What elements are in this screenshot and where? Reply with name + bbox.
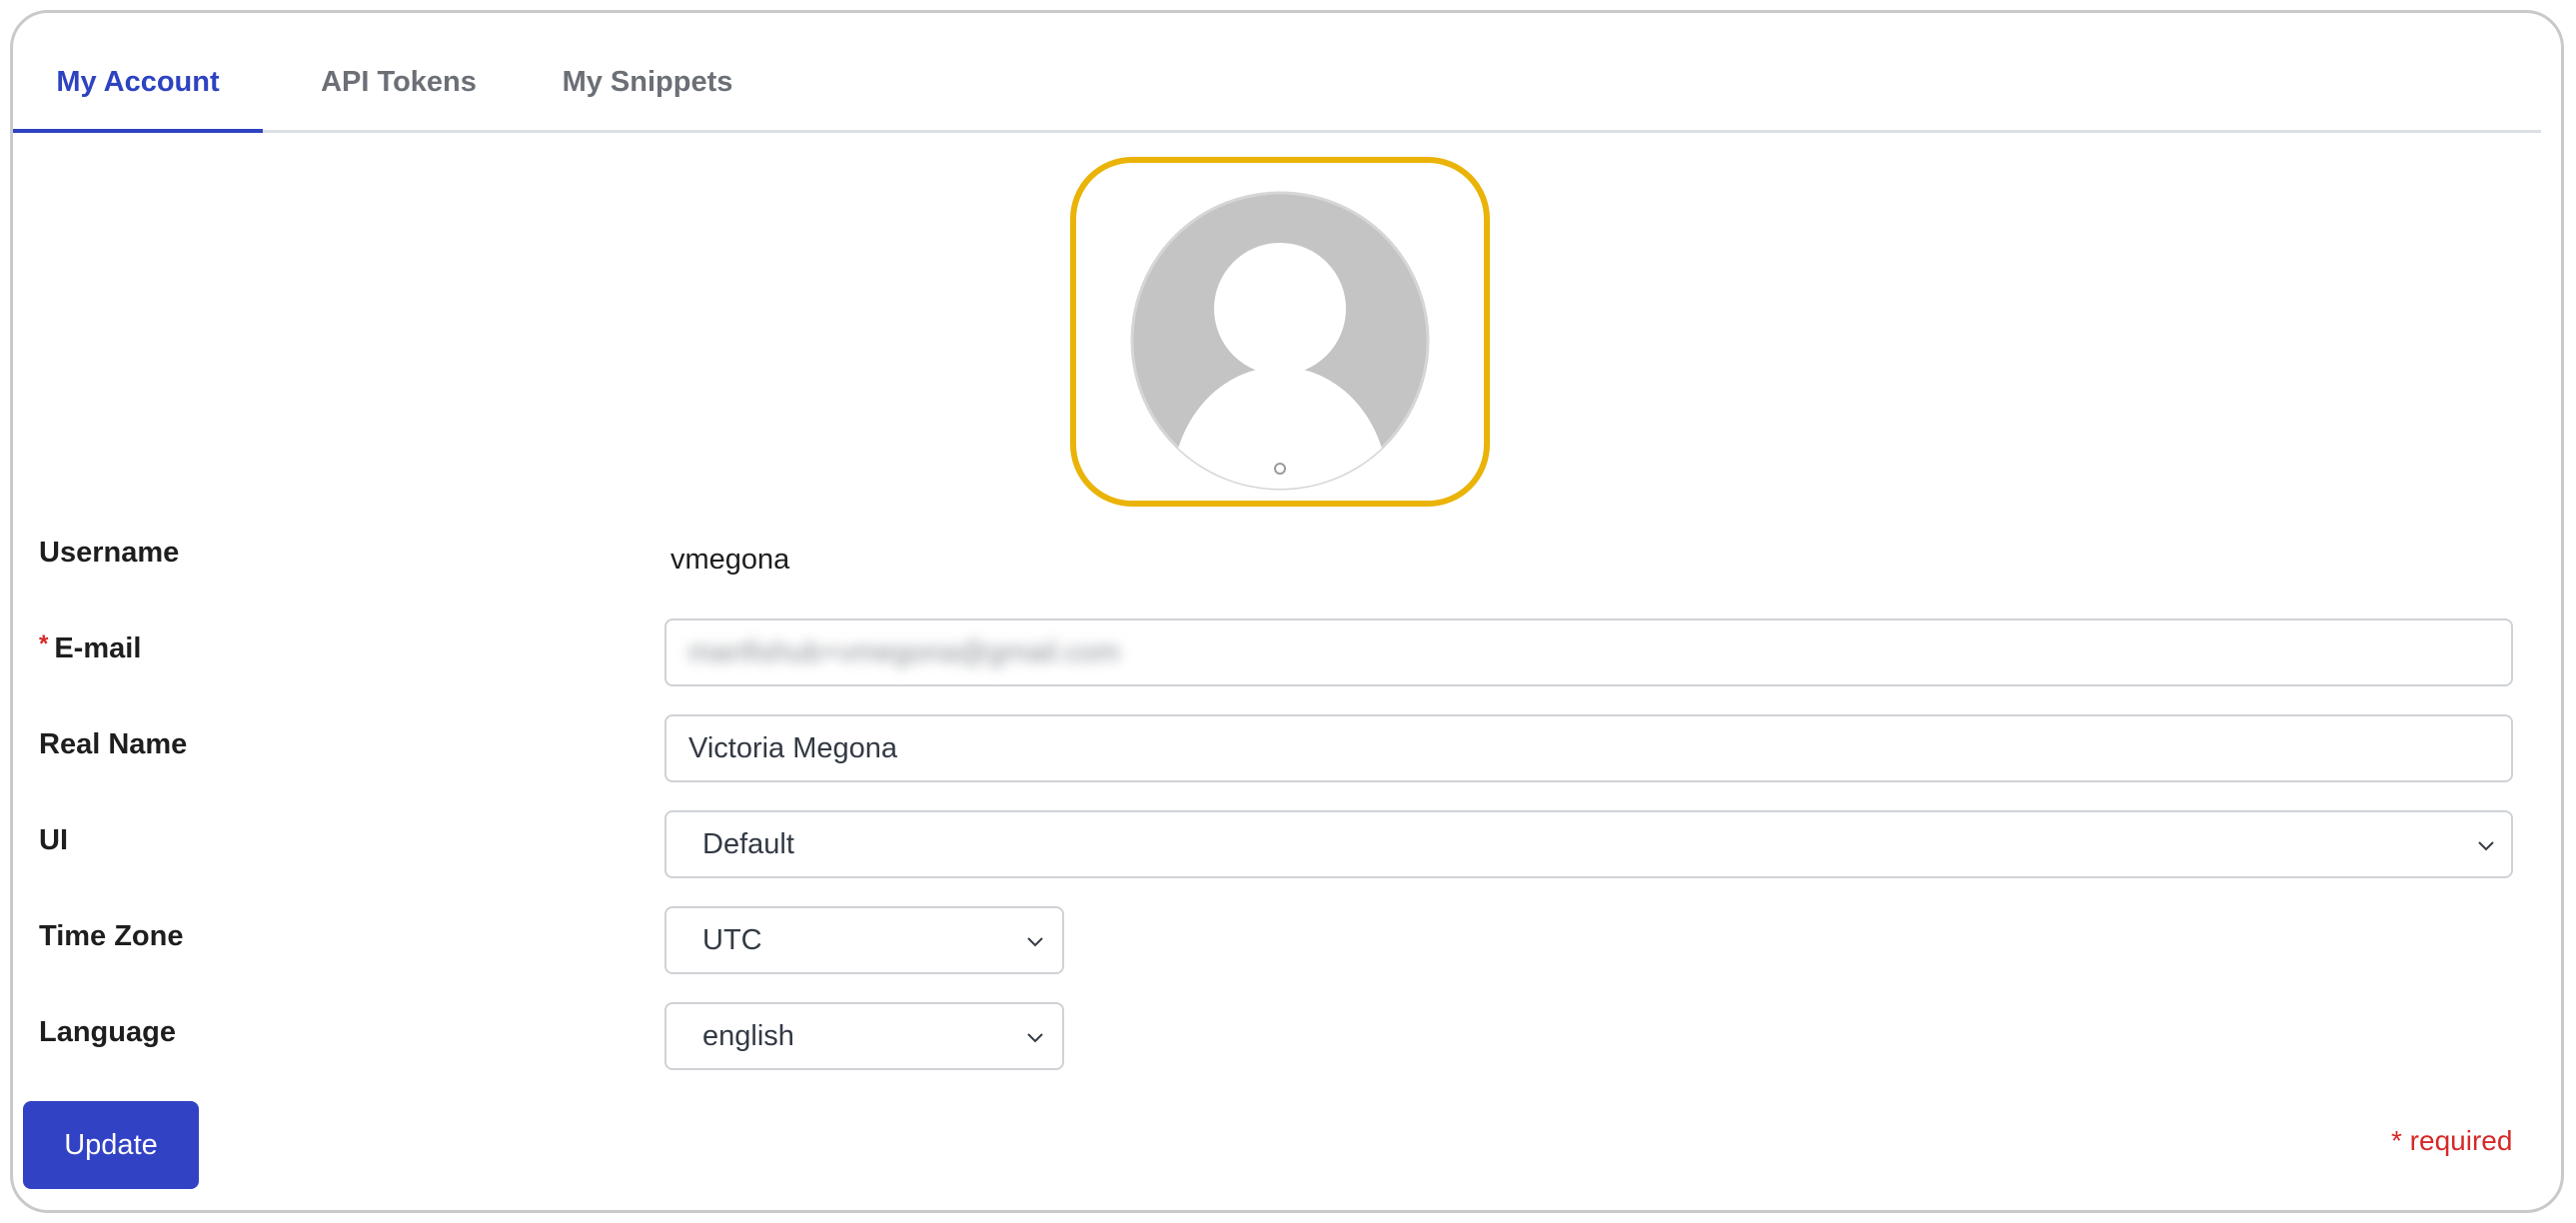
username-value: vmegona (670, 544, 790, 576)
active-tab-indicator (13, 129, 263, 133)
tab-bar: My Account API Tokens My Snippets (13, 13, 2541, 133)
time-zone-label: Time Zone (39, 920, 184, 952)
email-field[interactable]: manfishub+vmegona@gmail.com (664, 618, 2513, 686)
tab-my-snippets[interactable]: My Snippets (535, 13, 760, 133)
avatar-upload[interactable] (1070, 157, 1490, 507)
language-select[interactable]: english (664, 1002, 1064, 1070)
ui-select-value: Default (702, 828, 794, 860)
ui-select[interactable]: Default (664, 810, 2513, 878)
chevron-down-icon (1027, 1033, 1043, 1043)
email-field-value: manfishub+vmegona@gmail.com (688, 636, 1120, 668)
language-label: Language (39, 1016, 176, 1048)
chevron-down-icon (2478, 841, 2494, 851)
chevron-down-icon (1027, 937, 1043, 947)
tab-api-tokens[interactable]: API Tokens (291, 13, 507, 133)
time-zone-select-value: UTC (702, 924, 762, 956)
real-name-field-value: Victoria Megona (688, 732, 898, 764)
required-note: * required (2391, 1125, 2513, 1156)
user-placeholder-icon (1130, 191, 1430, 491)
email-label-text: E-mail (54, 632, 142, 664)
real-name-field[interactable]: Victoria Megona (664, 714, 2513, 782)
language-select-value: english (702, 1020, 794, 1052)
username-label: Username (39, 537, 180, 569)
tab-my-account[interactable]: My Account (13, 13, 263, 133)
update-button[interactable]: Update (23, 1101, 199, 1189)
ui-label: UI (39, 824, 68, 856)
email-label: * E-mail (39, 630, 142, 665)
required-mark: * (39, 630, 49, 657)
account-panel: My Account API Tokens My Snippets Userna… (10, 10, 2564, 1213)
real-name-label: Real Name (39, 728, 188, 760)
time-zone-select[interactable]: UTC (664, 906, 1064, 974)
